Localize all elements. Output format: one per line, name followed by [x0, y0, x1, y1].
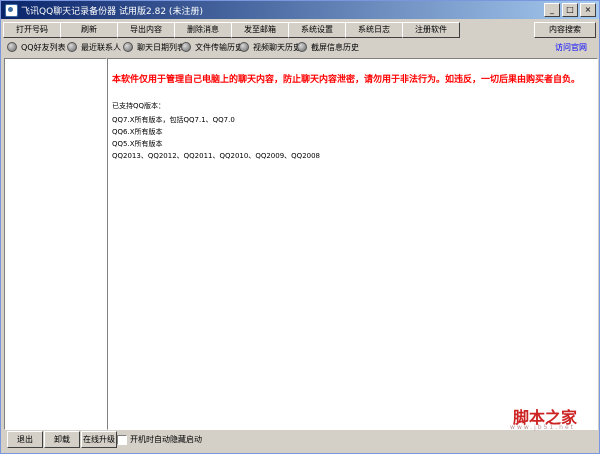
uninstall-button[interactable]: 卸载 [44, 431, 80, 448]
toolbar: 打开号码 刷新 导出内容 删除消息 发至邮箱 系统设置 系统日志 注册软件 内容… [3, 22, 597, 38]
contact-list-panel[interactable] [4, 58, 107, 430]
version-line: QQ5.X所有版本 [112, 140, 163, 148]
radio-recent-contacts[interactable]: 最近联系人 [67, 41, 121, 53]
radio-label: 文件传输历史 [195, 42, 243, 52]
autostart-label: 开机时自动隐藏启动 [130, 435, 202, 444]
close-button[interactable]: × [580, 3, 596, 17]
autostart-checkbox[interactable]: 开机时自动隐藏启动 [117, 434, 202, 445]
system-settings-button[interactable]: 系统设置 [288, 22, 346, 38]
radio-icon [297, 42, 307, 52]
supported-versions-heading: 已支持QQ版本： [112, 102, 166, 110]
radio-icon [123, 42, 133, 52]
radio-icon [181, 42, 191, 52]
send-to-email-button[interactable]: 发至邮箱 [231, 22, 289, 38]
export-content-button[interactable]: 导出内容 [117, 22, 175, 38]
title-bar[interactable]: 飞讯QQ聊天记录备份器 试用版2.82 (未注册) _ □ × [1, 1, 599, 19]
system-log-button[interactable]: 系统日志 [345, 22, 403, 38]
version-line: QQ2013、QQ2012、QQ2011、QQ2010、QQ2009、QQ200… [112, 152, 321, 160]
window-controls: _ □ × [544, 3, 596, 17]
watermark-url: www.jb51.net [510, 424, 575, 431]
radio-qq-friends[interactable]: QQ好友列表 [7, 41, 66, 53]
app-icon [5, 4, 18, 17]
exit-button[interactable]: 退出 [7, 431, 43, 448]
delete-message-button[interactable]: 删除消息 [174, 22, 232, 38]
register-software-button[interactable]: 注册软件 [402, 22, 460, 38]
radio-icon [7, 42, 17, 52]
content-area[interactable]: 本软件仅用于管理自己电脑上的聊天内容，防止聊天内容泄密，请勿用于非法行为。如违反… [107, 58, 598, 431]
maximize-button[interactable]: □ [562, 3, 578, 17]
version-line: QQ7.X所有版本，包括QQ7.1、QQ7.0 [112, 116, 235, 124]
radio-label: QQ好友列表 [21, 42, 66, 52]
radio-icon [67, 42, 77, 52]
minimize-button[interactable]: _ [544, 3, 560, 17]
radio-video-chat-history[interactable]: 视频聊天历史 [239, 41, 301, 53]
radio-label: 视频聊天历史 [253, 42, 301, 52]
window-title: 飞讯QQ聊天记录备份器 试用版2.82 (未注册) [21, 7, 203, 17]
radio-label: 最近联系人 [81, 42, 121, 52]
view-selector: QQ好友列表 最近联系人 聊天日期列表 文件传输历史 视频聊天历史 截屏信息历史… [3, 41, 597, 55]
radio-label: 聊天日期列表 [137, 42, 185, 52]
content-search-button[interactable]: 内容搜索 [534, 22, 596, 38]
radio-label: 截屏信息历史 [311, 42, 359, 52]
checkbox-icon [117, 434, 127, 445]
online-upgrade-button[interactable]: 在线升级 [81, 431, 117, 448]
visit-website-link[interactable]: 访问官网 [555, 42, 587, 53]
version-line: QQ6.X所有版本 [112, 128, 163, 136]
radio-screenshot-history[interactable]: 截屏信息历史 [297, 41, 359, 53]
bottom-bar: 退出 卸载 在线升级 开机时自动隐藏启动 [3, 431, 597, 449]
warning-text: 本软件仅用于管理自己电脑上的聊天内容，防止聊天内容泄密，请勿用于非法行为。如违反… [112, 75, 581, 85]
app-window: 飞讯QQ聊天记录备份器 试用版2.82 (未注册) _ □ × 打开号码 刷新 … [0, 0, 600, 454]
radio-file-transfer-history[interactable]: 文件传输历史 [181, 41, 243, 53]
open-account-button[interactable]: 打开号码 [3, 22, 61, 38]
radio-chat-dates[interactable]: 聊天日期列表 [123, 41, 185, 53]
refresh-button[interactable]: 刷新 [60, 22, 118, 38]
radio-icon [239, 42, 249, 52]
